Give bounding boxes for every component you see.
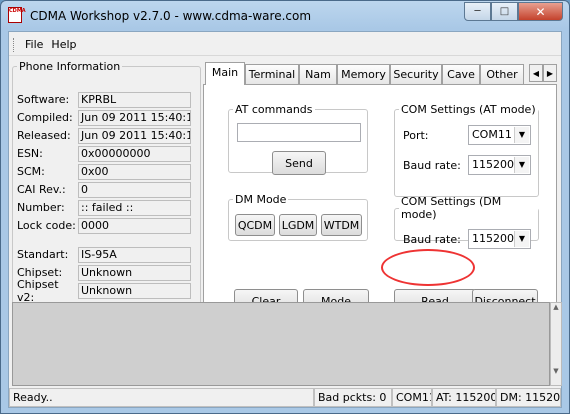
tab-security[interactable]: Security bbox=[390, 64, 442, 84]
info-value-esn[interactable]: 0x00000000 bbox=[78, 145, 191, 162]
menu-grip bbox=[13, 37, 15, 52]
baud-rate-at-select[interactable]: 115200 ▼ bbox=[468, 155, 531, 175]
info-label: ESN: bbox=[17, 147, 43, 160]
chevron-down-icon: ▼ bbox=[514, 231, 529, 247]
info-value-compiled[interactable]: Jun 09 2011 15:40:11 bbox=[78, 109, 191, 126]
status-bad-packets: Bad pckts: 0 bbox=[314, 388, 392, 407]
at-commands-group: AT commands Send bbox=[228, 103, 368, 175]
info-row-chipset-v2: Chipset v2: Unknown bbox=[17, 278, 191, 304]
info-value-chipset-v2[interactable]: Unknown bbox=[78, 282, 191, 299]
info-label: SCM: bbox=[17, 165, 45, 178]
minimize-icon: ─ bbox=[474, 6, 481, 17]
phone-information-legend: Phone Information bbox=[19, 60, 121, 73]
window-title: CDMA Workshop v2.7.0 - www.cdma-ware.com bbox=[30, 9, 312, 23]
qcdm-button[interactable]: QCDM bbox=[235, 214, 275, 236]
tab-nam[interactable]: Nam bbox=[299, 64, 337, 84]
com-settings-dm-group: COM Settings (DM mode) Baud rate: 115200… bbox=[394, 195, 539, 249]
client-area: File Help Phone Information Software: KPR… bbox=[8, 31, 562, 408]
info-value-number[interactable]: :: failed :: bbox=[78, 199, 191, 216]
at-command-input[interactable] bbox=[237, 123, 361, 142]
info-label: Chipset v2: bbox=[17, 277, 59, 304]
close-icon: ✕ bbox=[535, 4, 546, 19]
tab-strip: Main Terminal Nam Memory Security Cave O… bbox=[203, 62, 559, 85]
tab-memory[interactable]: Memory bbox=[337, 64, 390, 84]
minimize-button[interactable]: ─ bbox=[464, 2, 491, 21]
port-select[interactable]: COM11 ▼ bbox=[468, 125, 531, 145]
info-value-standart[interactable]: IS-95A bbox=[78, 246, 191, 263]
info-row-number: Number::: failed :: bbox=[17, 199, 191, 216]
tab-other[interactable]: Other bbox=[480, 64, 524, 84]
log-scrollbar[interactable]: ▲ ▼ bbox=[550, 302, 562, 386]
info-label: Standart: bbox=[17, 248, 69, 261]
baud-rate-dm-label: Baud rate: bbox=[403, 233, 461, 246]
info-value-software[interactable]: KPRBL bbox=[78, 91, 191, 108]
info-label: Number: bbox=[17, 201, 65, 214]
phone-information-group: Phone Information Software: KPRBL Compile… bbox=[12, 60, 201, 326]
info-row-compiled: Compiled: Jun 09 2011 15:40:11 bbox=[17, 109, 191, 126]
tab-scroll-right-button[interactable]: ▶ bbox=[543, 64, 557, 82]
log-output[interactable] bbox=[12, 302, 550, 386]
tab-control: Main Terminal Nam Memory Security Cave O… bbox=[203, 62, 559, 326]
tab-main[interactable]: Main bbox=[205, 62, 245, 85]
tab-terminal[interactable]: Terminal bbox=[245, 64, 299, 84]
com-settings-at-group: COM Settings (AT mode) Port: COM11 ▼ Baud… bbox=[394, 103, 539, 197]
maximize-icon: □ bbox=[499, 6, 510, 17]
wtdm-button[interactable]: WTDM bbox=[321, 214, 362, 236]
tab-panel-main: AT commands Send COM Settings (AT mode) … bbox=[203, 84, 557, 324]
tab-scroll-left-button[interactable]: ◀ bbox=[529, 64, 543, 82]
chevron-left-icon: ◀ bbox=[532, 68, 540, 78]
info-row-standart: Standart: IS-95A bbox=[17, 246, 191, 263]
info-row-scm: SCM: 0x00 bbox=[17, 163, 191, 180]
status-text: Ready.. bbox=[9, 388, 314, 407]
close-button[interactable]: ✕ bbox=[518, 2, 563, 21]
info-row-lock-code: Lock code: 0000 bbox=[17, 217, 191, 234]
tab-scroll-buttons: ◀ ▶ bbox=[529, 64, 557, 82]
info-value-scm[interactable]: 0x00 bbox=[78, 163, 191, 180]
info-label: Compiled: bbox=[17, 111, 73, 124]
app-window: CDMA CDMA Workshop v2.7.0 - www.cdma-war… bbox=[0, 0, 570, 414]
send-button[interactable]: Send bbox=[272, 151, 326, 175]
status-com-port: COM11 bbox=[392, 388, 432, 407]
port-label: Port: bbox=[403, 129, 429, 142]
info-row-cai-rev: CAI Rev.: 0 bbox=[17, 181, 191, 198]
chevron-right-icon: ▶ bbox=[546, 68, 554, 78]
at-commands-legend: AT commands bbox=[235, 103, 313, 116]
chevron-down-icon: ▼ bbox=[514, 127, 529, 143]
port-value: COM11 bbox=[472, 128, 512, 141]
status-at-baud: AT: 115200 bbox=[432, 388, 496, 407]
status-bar: Ready.. Bad pckts: 0 COM11 AT: 115200 DM… bbox=[9, 388, 561, 407]
info-label: CAI Rev.: bbox=[17, 183, 66, 196]
title-bar[interactable]: CDMA CDMA Workshop v2.7.0 - www.cdma-war… bbox=[1, 1, 569, 31]
info-value-lock-code[interactable]: 0000 bbox=[78, 217, 191, 234]
scroll-down-icon: ▼ bbox=[553, 367, 559, 375]
status-dm-baud: DM: 115200 bbox=[496, 388, 561, 407]
maximize-button[interactable]: □ bbox=[491, 2, 518, 21]
menu-help[interactable]: Help bbox=[47, 36, 80, 53]
dm-mode-legend: DM Mode bbox=[235, 193, 287, 206]
baud-rate-at-label: Baud rate: bbox=[403, 159, 461, 172]
menu-bar: File Help bbox=[9, 34, 561, 56]
info-label: Released: bbox=[17, 129, 71, 142]
info-row-software: Software: KPRBL bbox=[17, 91, 191, 108]
com-settings-at-legend: COM Settings (AT mode) bbox=[401, 103, 536, 116]
chevron-down-icon: ▼ bbox=[514, 157, 529, 173]
dm-mode-group: DM Mode QCDM LGDM WTDM bbox=[228, 193, 368, 241]
info-value-chipset[interactable]: Unknown bbox=[78, 264, 191, 281]
info-row-released: Released: Jun 09 2011 15:40:11 bbox=[17, 127, 191, 144]
info-label: Lock code: bbox=[17, 219, 76, 232]
baud-rate-dm-value: 115200 bbox=[472, 232, 514, 245]
app-icon: CDMA bbox=[8, 7, 26, 23]
scroll-up-icon: ▲ bbox=[553, 303, 559, 311]
tab-cave[interactable]: Cave bbox=[442, 64, 480, 84]
info-value-cai-rev[interactable]: 0 bbox=[78, 181, 191, 198]
lgdm-button[interactable]: LGDM bbox=[279, 214, 317, 236]
info-label: Software: bbox=[17, 93, 70, 106]
menu-file[interactable]: File bbox=[21, 36, 47, 53]
info-value-released[interactable]: Jun 09 2011 15:40:11 bbox=[78, 127, 191, 144]
baud-rate-at-value: 115200 bbox=[472, 158, 514, 171]
info-row-esn: ESN: 0x00000000 bbox=[17, 145, 191, 162]
com-settings-dm-legend: COM Settings (DM mode) bbox=[401, 195, 502, 221]
baud-rate-dm-select[interactable]: 115200 ▼ bbox=[468, 229, 531, 249]
